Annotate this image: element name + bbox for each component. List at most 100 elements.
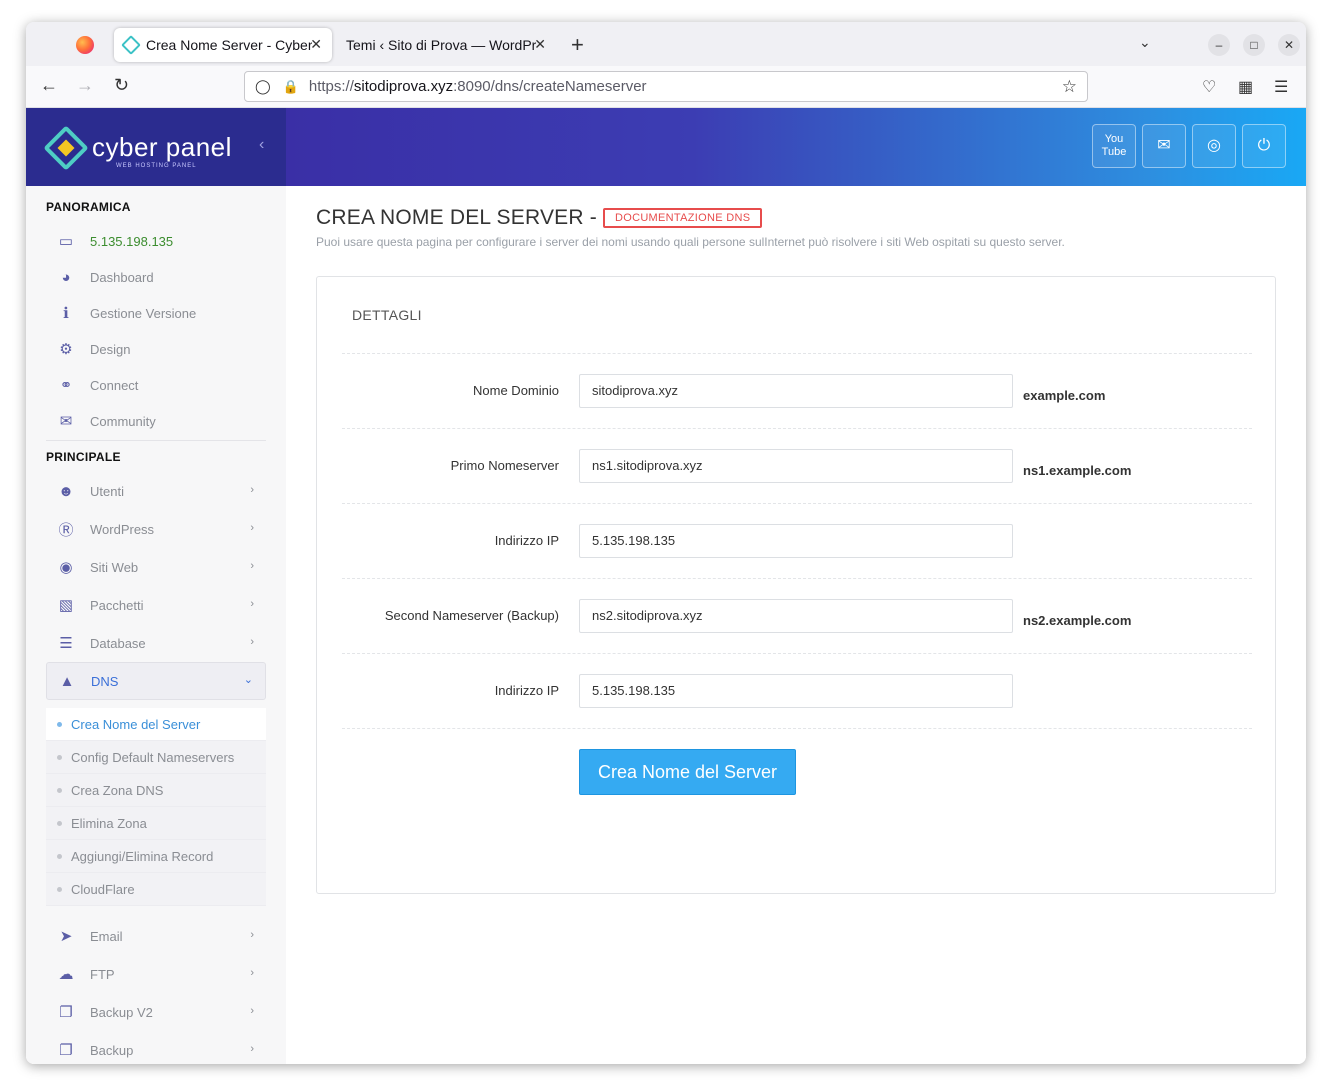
url-text[interactable]: https://sitodiprova.xyz:8090/dns/createN… <box>309 78 647 95</box>
divider <box>342 353 1252 354</box>
reload-icon[interactable]: ↻ <box>114 75 129 96</box>
cubes-icon: ▧ <box>58 597 74 614</box>
sidebar-item-gestione-versione[interactable]: ℹ Gestione Versione <box>46 296 266 330</box>
submenu-item-elimina-zona[interactable]: Elimina Zona <box>46 807 266 840</box>
chat-icon[interactable]: ✉ <box>1142 124 1186 168</box>
sidebar-item-dashboard[interactable]: ◕ Dashboard <box>46 260 266 294</box>
first-nameserver-label: Primo Nomeserver <box>450 458 559 473</box>
menu-icon[interactable]: ☰ <box>1274 77 1288 97</box>
divider <box>342 503 1252 504</box>
pocket-icon[interactable]: ♡ <box>1202 77 1216 97</box>
sidebar-item-label: DNS <box>91 673 119 689</box>
sidebar-item-label: Siti Web <box>90 559 139 575</box>
page-description: Puoi usare questa pagina per configurare… <box>316 235 1065 249</box>
maximize-button[interactable]: □ <box>1243 34 1265 56</box>
power-icon[interactable]: ⏻ <box>1242 124 1286 168</box>
sidebar-item-community[interactable]: ✉ Community <box>46 404 266 438</box>
create-nameserver-button[interactable]: Crea Nome del Server <box>579 749 796 795</box>
sidebar-item-email[interactable]: ➤ Email › <box>46 919 266 953</box>
submenu-item-config-default-nameservers[interactable]: Config Default Nameservers <box>46 741 266 774</box>
forward-arrow-icon[interactable]: → <box>76 75 94 96</box>
logo-text: cyber panel <box>92 132 232 162</box>
tab-title: Crea Nome Server - CyberPanel <box>146 37 312 53</box>
close-tab-icon[interactable]: ✕ <box>310 36 322 53</box>
sidebar-item-pacchetti[interactable]: ▧ Pacchetti › <box>46 588 266 622</box>
logo-subtitle: WEB HOSTING PANEL <box>116 163 197 169</box>
sidebar-item-backup[interactable]: ❐ Backup › <box>46 1033 266 1064</box>
new-tab-button[interactable]: + <box>571 32 584 58</box>
chevron-down-icon: ⌄ <box>243 674 253 686</box>
chevron-right-icon: › <box>250 1005 254 1017</box>
second-nameserver-input[interactable]: ns2.sitodiprova.xyz <box>579 599 1013 633</box>
submenu-item-aggiungi-elimina-record[interactable]: Aggiungi/Elimina Record <box>46 840 266 873</box>
logo-area: cyber panel WEB HOSTING PANEL ‹ <box>26 108 286 186</box>
lifebuoy-icon[interactable]: ◎ <box>1192 124 1236 168</box>
gear-icon: ⚙ <box>59 341 73 358</box>
sidebar-item-dns[interactable]: ▲ DNS ⌄ <box>46 662 266 700</box>
sidebar-item-label: FTP <box>90 966 115 982</box>
submenu-label: Config Default Nameservers <box>71 749 235 765</box>
list-tabs-chevron-icon[interactable]: ⌄ <box>1139 34 1151 51</box>
first-ip-input[interactable]: 5.135.198.135 <box>579 524 1013 558</box>
laptop-icon: ▭ <box>58 233 74 250</box>
url-path: :8090/dns/createNameserver <box>453 78 647 95</box>
chevron-right-icon: › <box>250 1043 254 1055</box>
close-window-button[interactable]: ✕ <box>1278 34 1300 56</box>
first-nameserver-hint: ns1.example.com <box>1023 463 1132 478</box>
youtube-icon[interactable]: You Tube <box>1092 124 1136 168</box>
sidebar-item-wordpress[interactable]: Ⓡ WordPress › <box>46 512 266 546</box>
divider <box>342 728 1252 729</box>
browser-window: Crea Nome Server - CyberPanel ✕ Temi ‹ S… <box>26 22 1306 1064</box>
submenu-item-crea-zona-dns[interactable]: Crea Zona DNS <box>46 774 266 807</box>
shield-icon[interactable]: ◯ <box>255 78 271 95</box>
tab-crea-nome-server[interactable]: Crea Nome Server - CyberPanel ✕ <box>114 28 332 62</box>
card-title: DETTAGLI <box>352 307 422 323</box>
second-ip-input[interactable]: 5.135.198.135 <box>579 674 1013 708</box>
sidebar-item-ftp[interactable]: ☁ FTP › <box>46 957 266 991</box>
submenu-label: Elimina Zona <box>71 815 147 831</box>
firefox-icon[interactable] <box>76 36 94 54</box>
lock-icon[interactable]: 🔒 <box>283 79 299 95</box>
sidebar-item-ip[interactable]: ▭ 5.135.198.135 <box>46 224 266 258</box>
first-ip-label: Indirizzo IP <box>494 533 559 548</box>
tab-strip: Crea Nome Server - CyberPanel ✕ Temi ‹ S… <box>26 22 1306 66</box>
sidebar: cyber panel WEB HOSTING PANEL ‹ PANORAMI… <box>26 108 286 1064</box>
bullet-icon <box>57 754 62 760</box>
close-tab-icon[interactable]: ✕ <box>534 36 546 53</box>
sidebar-item-backup-v2[interactable]: ❐ Backup V2 › <box>46 995 266 1029</box>
sidebar-item-siti-web[interactable]: ◉ Siti Web › <box>46 550 266 584</box>
submenu-item-crea-nome-server[interactable]: Crea Nome del Server <box>46 708 266 741</box>
second-ip-label: Indirizzo IP <box>494 683 559 698</box>
extensions-icon[interactable]: ▦ <box>1238 77 1253 97</box>
sidebar-item-database[interactable]: ☰ Database › <box>46 626 266 660</box>
users-icon: ☻ <box>58 482 74 500</box>
back-arrow-icon[interactable]: ← <box>40 75 58 96</box>
sidebar-item-label: Database <box>90 635 146 651</box>
domain-name-hint: example.com <box>1023 388 1106 403</box>
collapse-sidebar-icon[interactable]: ‹ <box>259 136 264 154</box>
tab-temi[interactable]: Temi ‹ Sito di Prova — WordPress ✕ <box>338 28 556 62</box>
cyberpanel-logo-icon <box>43 125 89 171</box>
bullet-icon <box>57 853 62 859</box>
minimize-button[interactable]: – <box>1208 34 1230 56</box>
sidebar-item-label: Backup V2 <box>90 1004 153 1020</box>
sidebar-item-design[interactable]: ⚙ Design <box>46 332 266 366</box>
page-title-text: CREA NOME DEL SERVER - <box>316 206 597 229</box>
domain-name-input[interactable]: sitodiprova.xyz <box>579 374 1013 408</box>
divider <box>342 428 1252 429</box>
submenu-item-cloudflare[interactable]: CloudFlare <box>46 873 266 906</box>
url-bar[interactable]: ◯ 🔒 https://sitodiprova.xyz:8090/dns/cre… <box>244 71 1088 102</box>
first-nameserver-input[interactable]: ns1.sitodiprova.xyz <box>579 449 1013 483</box>
main-content: CREA NOME DEL SERVER - DOCUMENTAZIONE DN… <box>286 186 1306 1064</box>
sidebar-item-connect[interactable]: ⚭ Connect <box>46 368 266 402</box>
link-icon: ⚭ <box>59 377 73 394</box>
dns-documentation-link[interactable]: DOCUMENTAZIONE DNS <box>602 208 763 228</box>
database-icon: ☰ <box>59 635 73 652</box>
section-title-main: PRINCIPALE <box>46 450 121 464</box>
bullet-icon <box>57 886 62 892</box>
bookmark-star-icon[interactable]: ☆ <box>1062 77 1077 97</box>
paper-plane-icon: ➤ <box>59 928 73 945</box>
gauge-icon: ◕ <box>61 268 71 286</box>
sidebar-item-utenti[interactable]: ☻ Utenti › <box>46 474 266 508</box>
chevron-right-icon: › <box>250 967 254 979</box>
